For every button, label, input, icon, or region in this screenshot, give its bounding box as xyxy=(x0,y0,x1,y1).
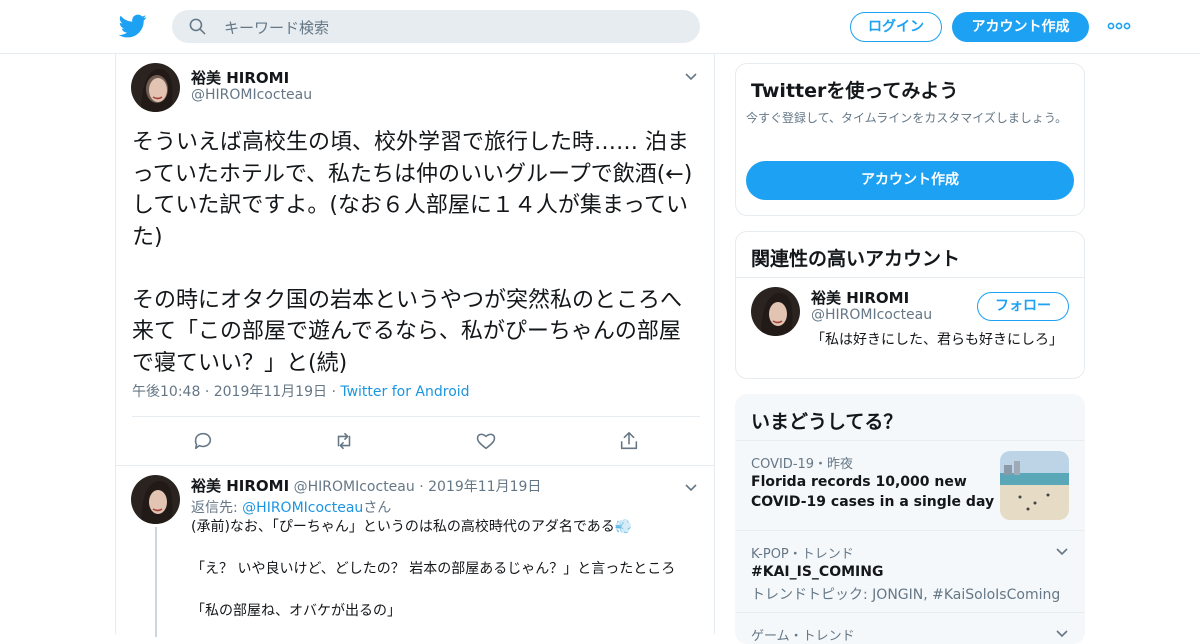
related-avatar[interactable] xyxy=(751,287,800,336)
author-name[interactable]: 裕美 HIROMI xyxy=(191,67,289,88)
author-handle[interactable]: @HIROMIcocteau xyxy=(191,87,312,103)
card-description: 今すぐ登録して、タイムラインをカスタマイズしましょう。 xyxy=(746,111,1068,125)
reply-author-name[interactable]: 裕美 HIROMI xyxy=(191,477,289,495)
related-bio: 「私は好きにした、君らも好きにしろ」 xyxy=(811,332,1063,348)
more-options-icon[interactable] xyxy=(1107,21,1131,31)
tweet-text: そういえば高校生の頃、校外学習で旅行した時…… 泊まっていたホテルで、私たちは仲… xyxy=(132,130,693,376)
tweet-date[interactable]: 2019年11月19日 xyxy=(214,384,327,400)
login-button[interactable]: ログイン xyxy=(850,12,942,42)
trend-title: #KAI_IS_COMING xyxy=(751,564,884,580)
tweet-meta: 午後10:48 · 2019年11月19日 · Twitter for Andr… xyxy=(132,384,470,400)
tweet-column: 裕美 HIROMI @HIROMIcocteau そういえば高校生の頃、校外学習… xyxy=(115,54,715,637)
card-title: 関連性の高いアカウント xyxy=(751,248,961,270)
reply-to: 返信先: @HIROMIcocteauさん xyxy=(191,500,392,516)
search-input[interactable]: キーワード検索 xyxy=(224,17,329,38)
card-title: いまどうしてる？ xyxy=(751,411,903,433)
trends-card: いまどうしてる？ COVID-19・昨夜 Florida records 10,… xyxy=(735,394,1085,644)
reply-header: 裕美 HIROMI @HIROMIcocteau · 2019年11月19日 xyxy=(191,477,542,495)
reply-date[interactable]: 2019年11月19日 xyxy=(428,479,541,495)
search-bar[interactable]: キーワード検索 xyxy=(172,10,700,43)
signup-button[interactable]: アカウント作成 xyxy=(952,12,1089,42)
trend-item[interactable]: COVID-19・昨夜 Florida records 10,000 new C… xyxy=(736,440,1084,530)
like-icon[interactable] xyxy=(475,430,497,452)
try-twitter-card: Twitterを使ってみよう 今すぐ登録して、タイムラインをカスタマイズしましょ… xyxy=(735,63,1085,216)
trend-item[interactable]: ゲーム・トレンド xyxy=(736,612,1084,644)
reply-to-handle[interactable]: @HIROMIcocteau xyxy=(242,500,363,516)
twitter-logo-icon[interactable] xyxy=(119,12,147,40)
retweet-icon[interactable] xyxy=(333,430,355,452)
related-accounts-card: 関連性の高いアカウント 裕美 HIROMI @HIROMIcocteau 「私は… xyxy=(735,231,1085,379)
top-bar: キーワード検索 ログイン アカウント作成 xyxy=(0,0,1200,54)
card-title: Twitterを使ってみよう xyxy=(751,80,959,102)
tweet-time[interactable]: 午後10:48 xyxy=(132,384,200,400)
reply-text: (承前)なお、「ぴーちゃん」というのは私の高校時代のアダ名である💨 「え？ いや… xyxy=(191,519,676,619)
divider xyxy=(132,416,700,417)
chevron-down-icon[interactable] xyxy=(684,71,698,81)
avatar[interactable] xyxy=(131,63,180,112)
trend-title: Florida records 10,000 new COVID-19 case… xyxy=(751,474,995,510)
tweet-client[interactable]: Twitter for Android xyxy=(340,384,469,400)
trend-context: ゲーム・トレンド xyxy=(751,629,855,644)
reply-avatar[interactable] xyxy=(131,475,180,524)
reply-author-handle[interactable]: @HIROMIcocteau xyxy=(294,479,415,495)
share-icon[interactable] xyxy=(618,430,640,452)
thread-line xyxy=(155,527,157,637)
trend-item[interactable]: K-POP・トレンド #KAI_IS_COMING トレンドトピック: JONG… xyxy=(736,530,1084,612)
reply-icon[interactable] xyxy=(192,430,214,452)
divider xyxy=(116,465,714,466)
trend-subtitle: トレンドトピック: JONGIN, #KaiSoloIsComing xyxy=(751,587,1061,603)
divider xyxy=(736,277,1084,278)
related-handle[interactable]: @HIROMIcocteau xyxy=(811,307,932,323)
trend-context: K-POP・トレンド xyxy=(751,547,854,562)
trend-context: COVID-19・昨夜 xyxy=(751,457,854,472)
trend-thumbnail xyxy=(1000,451,1069,520)
related-name[interactable]: 裕美 HIROMI xyxy=(811,287,909,308)
follow-button[interactable]: フォロー xyxy=(977,292,1069,321)
chevron-down-icon[interactable] xyxy=(1055,546,1069,556)
chevron-down-icon[interactable] xyxy=(684,482,698,492)
create-account-button[interactable]: アカウント作成 xyxy=(746,161,1074,200)
search-icon xyxy=(189,18,206,35)
